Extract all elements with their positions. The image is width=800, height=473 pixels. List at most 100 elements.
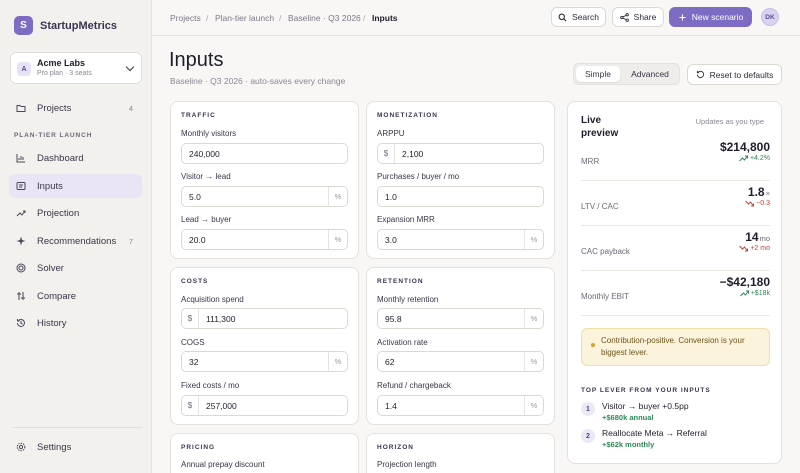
sidebar-item-dashboard[interactable]: Dashboard: [9, 146, 142, 170]
percent-suffix: %: [328, 230, 347, 249]
org-name: Acme Labs: [37, 58, 86, 68]
breadcrumb-separator: /: [279, 13, 282, 23]
percent-suffix: %: [524, 352, 543, 371]
monthly-visitors-label: Monthly visitors: [181, 129, 237, 138]
reset-icon: [696, 70, 704, 79]
visitor-lead-field[interactable]: 5.0 %: [181, 186, 348, 207]
sidebar-item-label: Inputs: [37, 180, 63, 192]
breadcrumb-separator: /: [363, 13, 366, 23]
metric-delta: +2 mo: [739, 245, 770, 252]
callout-dot-icon: [591, 343, 595, 347]
metric-delta-value: +2 mo: [750, 245, 770, 252]
sidebar-item-projection[interactable]: Projection: [9, 201, 142, 225]
arppu-field[interactable]: $ 2,100: [377, 143, 544, 164]
field-value: 5.0: [189, 191, 201, 202]
sidebar-item-label: Recommendations: [37, 235, 117, 247]
search-icon: [558, 13, 567, 21]
sidebar: S StartupMetrics A Acme Labs Pro plan · …: [0, 0, 152, 473]
mode-simple[interactable]: Simple: [576, 66, 620, 82]
share-button[interactable]: Share: [612, 7, 664, 27]
preview-updates-note: Updates as you type: [695, 117, 764, 126]
cogs-field[interactable]: 32 %: [181, 351, 348, 372]
activation-field[interactable]: 62 %: [377, 351, 544, 372]
metric-value: 1.8×: [748, 185, 770, 199]
arppu-label: ARPPU: [377, 129, 405, 138]
sidebar-item-label: Settings: [37, 441, 72, 453]
refund-label: Refund / chargeback: [377, 381, 451, 390]
avatar[interactable]: DK: [761, 8, 779, 26]
projection-length-label: Projection length: [377, 460, 437, 469]
app-logo: S: [14, 16, 33, 35]
monthly-visitors-field[interactable]: 240,000: [181, 143, 348, 164]
reset-button[interactable]: Reset to defaults: [687, 64, 782, 85]
lead-buyer-field[interactable]: 20.0 %: [181, 229, 348, 250]
purchases-field[interactable]: 1.0: [377, 186, 544, 207]
field-value: 62: [385, 356, 395, 367]
metric-value-number: 14: [745, 230, 759, 244]
monthly-retention-field[interactable]: 95.8 %: [377, 308, 544, 329]
lever-description[interactable]: Visitor → buyer +0.5pp: [602, 401, 689, 411]
page-title: Inputs: [169, 49, 224, 71]
live-preview-panel: Live preview Updates as you type MRR $21…: [567, 101, 782, 464]
sidebar-item-history[interactable]: History: [9, 311, 142, 335]
org-avatar: A: [17, 62, 31, 76]
org-plan: Pro plan · 3 seats: [37, 70, 92, 77]
currency-prefix: $: [182, 396, 199, 415]
card-title: TRAFFIC: [181, 112, 216, 119]
sidebar-item-count: 7: [128, 236, 133, 246]
brand[interactable]: S StartupMetrics: [14, 16, 117, 35]
field-value: 257,000: [206, 400, 237, 411]
monetization-card: MONETIZATION ARPPU $ 2,100 Purchases / b…: [366, 101, 555, 259]
sidebar-item-solver[interactable]: Solver: [9, 256, 142, 280]
card-title: MONETIZATION: [377, 112, 438, 119]
annual-prepay-label: Annual prepay discount: [181, 460, 265, 469]
metric-value: 14mo: [745, 230, 770, 244]
sidebar-item-inputs[interactable]: Inputs: [9, 174, 142, 198]
metric-delta-value: −0.3: [756, 200, 770, 207]
percent-suffix: %: [524, 230, 543, 249]
org-switcher[interactable]: A Acme Labs Pro plan · 3 seats: [10, 52, 142, 84]
acquisition-field[interactable]: $ 111,300: [181, 308, 348, 329]
breadcrumb-plan-tier-launch[interactable]: Plan-tier launch: [215, 13, 274, 23]
expansion-field[interactable]: 3.0 %: [377, 229, 544, 250]
new-scenario-button[interactable]: New scenario: [669, 7, 752, 27]
breadcrumb-projects[interactable]: Projects: [170, 13, 201, 23]
sidebar-item-compare[interactable]: Compare: [9, 284, 142, 308]
input-icon: [15, 181, 26, 192]
monthly-retention-label: Monthly retention: [377, 295, 439, 304]
sidebar-item-settings[interactable]: Settings: [9, 435, 142, 459]
chart-icon: [15, 153, 26, 164]
metric-value-number: $214,800: [719, 140, 770, 154]
lever-description[interactable]: Reallocate Meta → Referral: [602, 428, 707, 438]
field-value: 3.0: [385, 234, 397, 245]
trend-down-icon: [745, 200, 755, 207]
mode-advanced[interactable]: Advanced: [623, 66, 677, 82]
breadcrumb-baseline[interactable]: Baseline · Q3 2026: [288, 13, 361, 23]
search-button[interactable]: Search: [551, 7, 606, 27]
sidebar-item-label: Projection: [37, 207, 80, 219]
retention-card: RETENTION Monthly retention 95.8 % Activ…: [366, 267, 555, 425]
metric-mrr: MRR $214,800 +4.2%: [581, 137, 770, 181]
sidebar-item-label: History: [37, 317, 67, 329]
gear-icon: [15, 442, 26, 453]
plus-icon: [679, 13, 686, 21]
callout-text: Contribution-positive. Conversion is you…: [601, 336, 745, 357]
percent-suffix: %: [328, 187, 347, 206]
sidebar-item-label: Solver: [37, 262, 64, 274]
currency-prefix: $: [182, 309, 199, 328]
card-title: PRICING: [181, 444, 216, 451]
fixed-costs-field[interactable]: $ 257,000: [181, 395, 348, 416]
refund-field[interactable]: 1.4 %: [377, 395, 544, 416]
lever-impact: +$680k annual: [602, 413, 654, 422]
metric-value: −$42,180: [720, 275, 770, 289]
search-label: Search: [572, 12, 599, 22]
sidebar-item-projects[interactable]: Projects 4: [9, 96, 142, 120]
lever-impact: +$62k monthly: [602, 440, 655, 449]
sidebar-divider: [12, 427, 142, 428]
metric-unit: ×: [765, 189, 770, 198]
trend-icon: [15, 208, 26, 219]
breadcrumb-separator: /: [206, 13, 209, 23]
lead-buyer-label: Lead → buyer: [181, 215, 232, 224]
sidebar-item-recommendations[interactable]: Recommendations 7: [9, 229, 142, 253]
insight-callout: Contribution-positive. Conversion is you…: [581, 328, 770, 366]
